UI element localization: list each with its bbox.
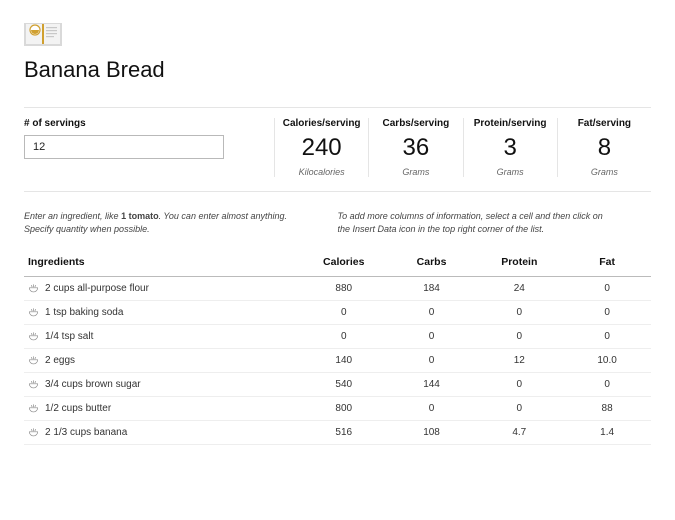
table-row[interactable]: 1/4 tsp salt0000: [24, 324, 651, 348]
cell-calories: 140: [300, 348, 388, 372]
stat-label: Protein/serving: [470, 118, 551, 129]
food-item-icon: [28, 331, 39, 342]
cell-carbs: 184: [388, 276, 476, 300]
cell-fat: 0: [563, 324, 651, 348]
ingredients-table: Ingredients Calories Carbs Protein Fat 2…: [24, 248, 651, 445]
cell-fat: 1.4: [563, 420, 651, 444]
ingredient-name: 2 cups all-purpose flour: [45, 283, 149, 294]
cell-protein: 0: [475, 372, 563, 396]
recipe-book-icon: [24, 20, 62, 46]
cell-protein: 12: [475, 348, 563, 372]
stat-value: 36: [375, 135, 456, 161]
food-item-icon: [28, 379, 39, 390]
hint-left-pre: Enter an ingredient, like: [24, 211, 121, 221]
col-fat: Fat: [563, 248, 651, 277]
stat-label: Fat/serving: [564, 118, 645, 129]
cell-calories: 540: [300, 372, 388, 396]
recipe-title: Banana Bread: [24, 57, 651, 83]
stat-unit: Grams: [564, 167, 645, 177]
cell-protein: 0: [475, 324, 563, 348]
cell-carbs: 0: [388, 396, 476, 420]
cell-protein: 24: [475, 276, 563, 300]
stat-value: 3: [470, 135, 551, 161]
table-row[interactable]: 1 tsp baking soda0000: [24, 300, 651, 324]
stat-protein: Protein/serving 3 Grams: [463, 118, 557, 177]
stat-calories: Calories/serving 240 Kilocalories: [274, 118, 368, 177]
cell-protein: 0: [475, 300, 563, 324]
cell-fat: 0: [563, 372, 651, 396]
stat-unit: Kilocalories: [281, 167, 362, 177]
cell-calories: 880: [300, 276, 388, 300]
ingredient-name: 1/4 tsp salt: [45, 331, 93, 342]
ingredient-name: 2 eggs: [45, 355, 75, 366]
hint-left: Enter an ingredient, like 1 tomato. You …: [24, 210, 338, 235]
cell-fat: 10.0: [563, 348, 651, 372]
cell-protein: 0: [475, 396, 563, 420]
col-protein: Protein: [475, 248, 563, 277]
table-row[interactable]: 1/2 cups butter8000088: [24, 396, 651, 420]
cell-carbs: 108: [388, 420, 476, 444]
servings-input[interactable]: [24, 135, 224, 159]
col-calories: Calories: [300, 248, 388, 277]
cell-protein: 4.7: [475, 420, 563, 444]
cell-carbs: 0: [388, 324, 476, 348]
hint-right: To add more columns of information, sele…: [338, 210, 652, 235]
cell-carbs: 144: [388, 372, 476, 396]
stat-label: Carbs/serving: [375, 118, 456, 129]
stat-value: 8: [564, 135, 645, 161]
cell-fat: 88: [563, 396, 651, 420]
col-ingredients: Ingredients: [24, 248, 300, 277]
cell-calories: 516: [300, 420, 388, 444]
col-carbs: Carbs: [388, 248, 476, 277]
cell-calories: 800: [300, 396, 388, 420]
stat-value: 240: [281, 135, 362, 161]
food-item-icon: [28, 427, 39, 438]
hint-left-bold: 1 tomato: [121, 211, 159, 221]
table-row[interactable]: 2 eggs 14001210.0: [24, 348, 651, 372]
stat-carbs: Carbs/serving 36 Grams: [368, 118, 462, 177]
ingredient-name: 3/4 cups brown sugar: [45, 379, 141, 390]
food-item-icon: [28, 307, 39, 318]
stat-unit: Grams: [470, 167, 551, 177]
table-row[interactable]: 2 1/3 cups banana 5161084.71.4: [24, 420, 651, 444]
ingredient-name: 1/2 cups butter: [45, 403, 111, 414]
stat-fat: Fat/serving 8 Grams: [557, 118, 651, 177]
cell-calories: 0: [300, 300, 388, 324]
stat-unit: Grams: [375, 167, 456, 177]
cell-calories: 0: [300, 324, 388, 348]
servings-label: # of servings: [24, 118, 260, 129]
cell-fat: 0: [563, 300, 651, 324]
food-item-icon: [28, 355, 39, 366]
cell-fat: 0: [563, 276, 651, 300]
summary-row: # of servings Calories/serving 240 Kiloc…: [24, 107, 651, 192]
ingredient-name: 1 tsp baking soda: [45, 307, 123, 318]
food-item-icon: [28, 403, 39, 414]
ingredient-name: 2 1/3 cups banana: [45, 427, 127, 438]
table-row[interactable]: 2 cups all-purpose flour 880184240: [24, 276, 651, 300]
cell-carbs: 0: [388, 348, 476, 372]
food-item-icon: [28, 283, 39, 294]
hints-row: Enter an ingredient, like 1 tomato. You …: [24, 210, 651, 235]
cell-carbs: 0: [388, 300, 476, 324]
table-row[interactable]: 3/4 cups brown sugar54014400: [24, 372, 651, 396]
stat-label: Calories/serving: [281, 118, 362, 129]
